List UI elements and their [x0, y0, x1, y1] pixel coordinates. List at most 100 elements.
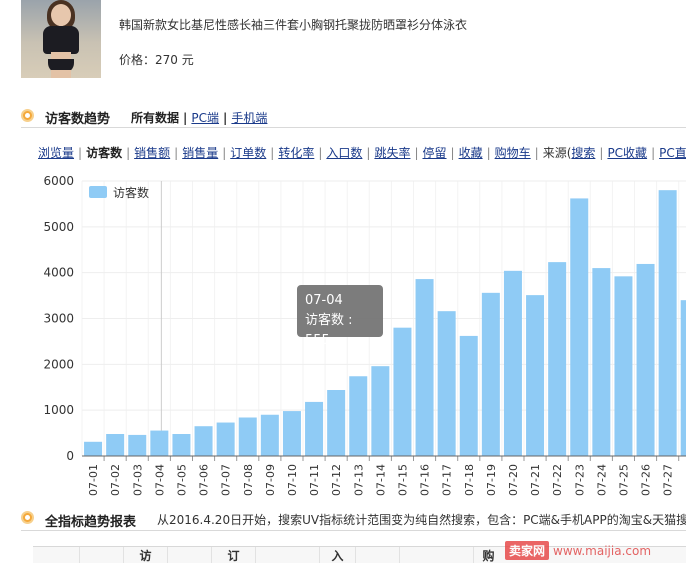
x-tick-label: 07-24	[595, 464, 608, 496]
tab-orders[interactable]: 订单数	[230, 146, 266, 160]
tab-entries[interactable]: 入口数	[326, 146, 362, 160]
section-bullet-icon	[21, 109, 34, 122]
x-tick-label: 07-17	[441, 464, 454, 496]
x-tick-label: 07-05	[175, 464, 188, 496]
section-bullet-icon	[21, 511, 34, 524]
bar-07-08[interactable]	[238, 417, 257, 457]
bar-07-07[interactable]	[216, 422, 235, 456]
tab-conversion[interactable]: 转化率	[278, 146, 314, 160]
table-col-blank	[255, 547, 299, 563]
tab-sales-volume[interactable]: 销售量	[182, 146, 218, 160]
bar-07-17[interactable]	[437, 311, 456, 456]
x-tick-label: 07-01	[87, 464, 100, 496]
divider	[21, 127, 686, 128]
legend-label[interactable]: 访客数	[113, 185, 149, 200]
legend-swatch[interactable]	[89, 186, 107, 198]
bar-07-27[interactable]	[658, 190, 677, 456]
table-col-visitors[interactable]: 访	[123, 547, 167, 563]
product-title[interactable]: 韩国新款女比基尼性感长袖三件套小胸钢托聚拢防晒罩衫分体泳衣	[119, 16, 467, 33]
bar-07-23[interactable]	[570, 198, 589, 456]
tab-visitors[interactable]: 访客数	[86, 146, 122, 160]
x-tick-label: 07-26	[640, 464, 653, 496]
table-col-blank	[79, 547, 123, 563]
bar-07-02[interactable]	[106, 434, 125, 456]
tab-source-search[interactable]: 搜索	[571, 146, 595, 160]
x-tick-label: 07-19	[485, 464, 498, 496]
bar-07-04[interactable]	[150, 430, 169, 456]
bar-07-03[interactable]	[128, 434, 147, 456]
table-col-entries[interactable]: 入	[319, 547, 355, 563]
x-tick-label: 07-22	[551, 464, 564, 496]
product-thumbnail[interactable]	[21, 0, 101, 78]
bar-07-19[interactable]	[481, 292, 500, 456]
x-tick-label: 07-03	[131, 464, 144, 496]
table-col-blank	[355, 547, 399, 563]
x-tick-label: 07-25	[617, 464, 630, 496]
table-col-blank	[399, 547, 443, 563]
bar-07-21[interactable]	[526, 295, 545, 456]
source-label: 来源(	[542, 146, 572, 160]
device-filter: 所有数据 | PC端 | 手机端	[131, 111, 268, 125]
bar-07-22[interactable]	[548, 262, 567, 456]
bar-07-14[interactable]	[371, 366, 390, 456]
filter-pc[interactable]: PC端	[191, 111, 219, 125]
tab-sales-amount[interactable]: 销售额	[134, 146, 170, 160]
chart-tooltip: 07-04 访客数 : 555	[297, 285, 383, 348]
x-tick-label: 07-09	[264, 464, 277, 496]
bar-07-26[interactable]	[636, 263, 655, 456]
bar-07-11[interactable]	[305, 401, 324, 456]
divider	[21, 530, 686, 531]
bar-07-10[interactable]	[282, 411, 301, 456]
x-tick-label: 07-11	[308, 464, 321, 496]
bar-07-20[interactable]	[503, 270, 522, 456]
bar-07-24[interactable]	[592, 268, 611, 456]
tab-stay[interactable]: 停留	[423, 146, 447, 160]
bar-07-12[interactable]	[327, 390, 346, 456]
filter-mobile[interactable]: 手机端	[231, 111, 267, 125]
product-header: 韩国新款女比基尼性感长袖三件套小胸钢托聚拢防晒罩衫分体泳衣 价格：270 元	[0, 0, 686, 95]
metric-tabs: 浏览量 | 访客数 | 销售额 | 销售量 | 订单数 | 转化率 | 入口数 | 跳失率 | 停留 | 收藏 | 购物…	[38, 144, 686, 161]
x-tick-label: 07-12	[330, 464, 343, 496]
tab-favorites[interactable]: 收藏	[459, 146, 483, 160]
tab-pageviews[interactable]: 浏览量	[38, 146, 74, 160]
report-note: 从2016.4.20日开始，搜索UV指标统计范围变为纯自然搜索，包含：PC端&手…	[157, 513, 686, 527]
x-tick-label: 07-08	[242, 464, 255, 496]
tooltip-date: 07-04	[305, 293, 343, 308]
x-tick-label: 07-14	[374, 464, 387, 496]
report-title: 全指标趋势报表	[45, 515, 137, 530]
table-col-orders[interactable]: 订	[211, 547, 255, 563]
bar-07-09[interactable]	[260, 414, 279, 456]
y-tick-label: 4000	[43, 266, 74, 280]
table-col-blank	[167, 547, 211, 563]
watermark: 卖家网 www.maijia.com	[505, 541, 651, 560]
bar-07-16[interactable]	[415, 279, 434, 456]
bar-07-01[interactable]	[84, 441, 103, 456]
x-tick-label: 07-15	[396, 464, 409, 496]
tab-source-pc-fav[interactable]: PC收藏	[607, 146, 647, 160]
bar-07-18[interactable]	[459, 335, 478, 456]
y-tick-label: 3000	[43, 312, 74, 326]
bar-07-13[interactable]	[349, 376, 368, 456]
bar-07-25[interactable]	[614, 276, 633, 456]
tooltip-value: 访客数 : 555	[305, 313, 353, 348]
tab-cart[interactable]: 购物车	[495, 146, 531, 160]
bar-partial[interactable]	[680, 300, 686, 456]
bar-07-15[interactable]	[393, 327, 412, 456]
y-tick-label: 2000	[43, 357, 74, 371]
tab-bounce-rate[interactable]: 跳失率	[374, 146, 410, 160]
x-tick-label: 07-18	[463, 464, 476, 496]
visitor-trend-header: 访客数趋势 所有数据 | PC端 | 手机端	[0, 105, 686, 129]
x-tick-label: 07-10	[286, 464, 299, 496]
x-tick-label: 07-20	[507, 464, 520, 496]
x-tick-label: 07-02	[109, 464, 122, 496]
filter-all-data[interactable]: 所有数据	[131, 111, 179, 125]
x-tick-label: 07-06	[198, 464, 211, 496]
y-tick-label: 5000	[43, 220, 74, 234]
bar-07-05[interactable]	[172, 434, 191, 456]
bar-07-06[interactable]	[194, 426, 213, 456]
x-tick-label: 07-23	[573, 464, 586, 496]
tab-source-pc-direct[interactable]: PC直通	[659, 146, 686, 160]
table-col-cart[interactable]: 购	[473, 547, 503, 563]
x-tick-label: 07-07	[220, 464, 233, 496]
x-tick-label: 07-13	[352, 464, 365, 496]
